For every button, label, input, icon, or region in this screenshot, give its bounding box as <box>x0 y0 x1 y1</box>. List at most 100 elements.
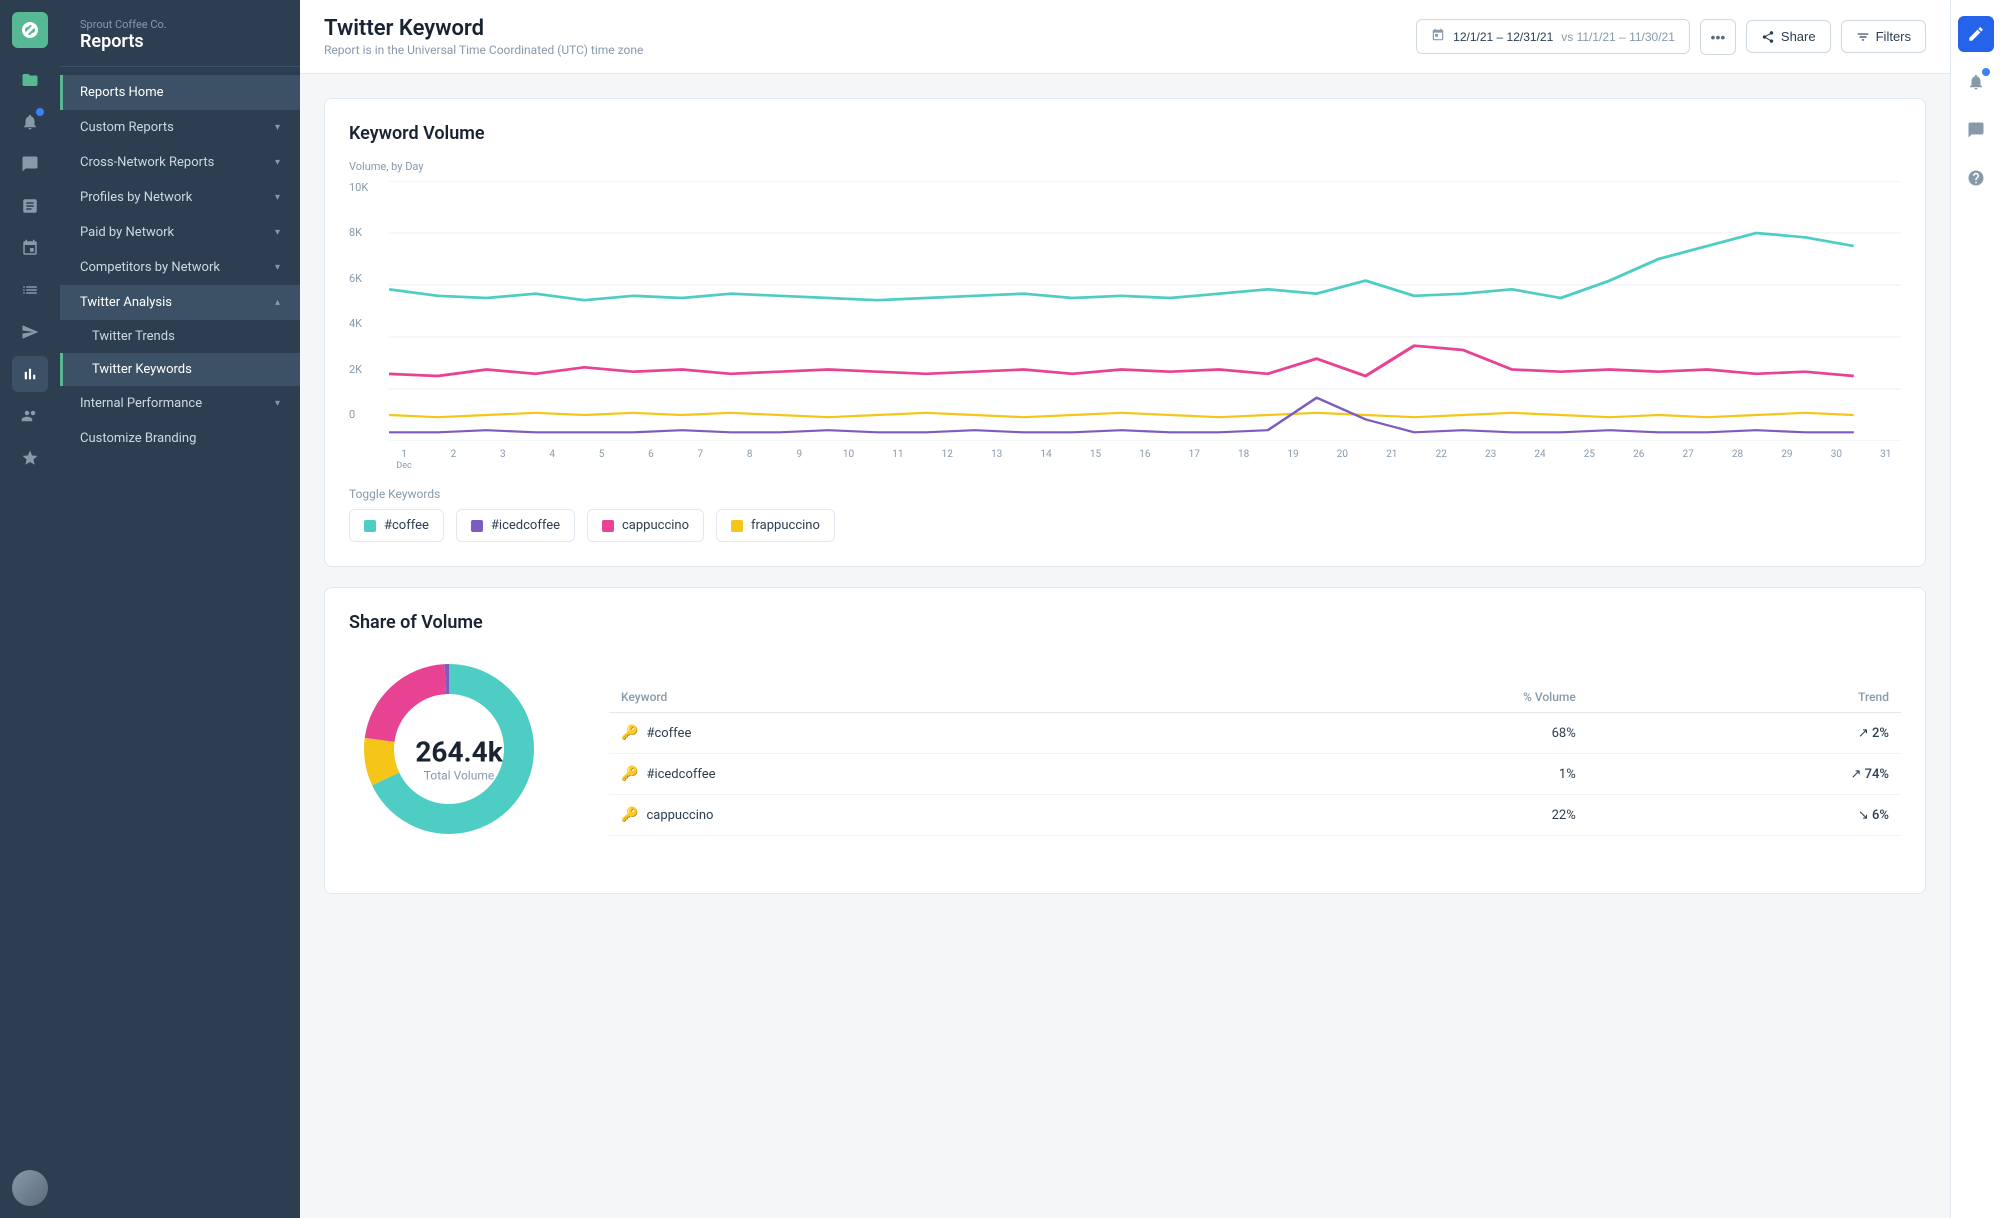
nav-icon-inbox[interactable] <box>12 188 48 224</box>
y-label-10k: 10K <box>349 181 389 194</box>
keyword-label-cappuccino: cappuccino <box>622 518 689 533</box>
keyword-icon-icedcoffee: 🔑 <box>621 766 638 782</box>
share-icon <box>1761 30 1775 44</box>
logo-icon[interactable] <box>12 12 48 48</box>
icon-bar <box>0 0 60 1218</box>
donut-chart: 264.4k Total Volume <box>349 649 569 869</box>
sidebar-item-customize-branding[interactable]: Customize Branding <box>60 421 300 456</box>
chevron-down-icon: ▾ <box>275 122 280 133</box>
sidebar-item-cross-network[interactable]: Cross-Network Reports ▾ <box>60 145 300 180</box>
sidebar-item-label: Custom Reports <box>80 120 174 135</box>
date-range-button[interactable]: 12/1/21 – 12/31/21 vs 11/1/21 – 11/30/21 <box>1416 19 1690 54</box>
keyword-tag-cappuccino[interactable]: cappuccino <box>587 509 704 542</box>
x-label: 21 <box>1377 449 1407 471</box>
more-options-button[interactable]: ••• <box>1700 19 1736 55</box>
x-label: 8 <box>735 449 765 471</box>
sidebar-item-label: Reports Home <box>80 85 164 100</box>
nav-icon-pin[interactable] <box>12 230 48 266</box>
x-label: 5 <box>587 449 617 471</box>
header-right: 12/1/21 – 12/31/21 vs 11/1/21 – 11/30/21… <box>1416 19 1926 55</box>
x-label: 9 <box>784 449 814 471</box>
sidebar-item-profiles-by-network[interactable]: Profiles by Network ▾ <box>60 180 300 215</box>
nav-icon-folder[interactable] <box>12 62 48 98</box>
page-title: Twitter Keyword <box>324 16 643 41</box>
chevron-up-icon: ▴ <box>275 297 280 308</box>
sidebar-item-label: Competitors by Network <box>80 260 220 275</box>
filters-button[interactable]: Filters <box>1841 20 1926 53</box>
x-label: 10 <box>834 449 864 471</box>
sidebar-item-label: Cross-Network Reports <box>80 155 214 170</box>
keyword-volume-card: Keyword Volume Volume, by Day 10K 8K 6K … <box>324 98 1926 567</box>
sidebar-item-label: Customize Branding <box>80 431 196 446</box>
nav-icon-bell[interactable] <box>12 104 48 140</box>
table-row: 🔑 #icedcoffee 1% ↗ 74% <box>609 754 1901 795</box>
main-area: Twitter Keyword Report is in the Univers… <box>300 0 1950 1218</box>
right-panel-help-icon[interactable] <box>1958 160 1994 196</box>
sov-keyword-cell: 🔑 cappuccino <box>609 795 1203 836</box>
bell-badge <box>36 108 44 116</box>
sov-keyword-name: cappuccino <box>646 808 713 823</box>
sov-content: 264.4k Total Volume Keyword % Volume Tre… <box>349 649 1901 869</box>
x-label: 6 <box>636 449 666 471</box>
x-label: 17 <box>1179 449 1209 471</box>
keyword-tag-frappuccino[interactable]: frappuccino <box>716 509 835 542</box>
keyword-label-coffee: #coffee <box>384 518 429 533</box>
nav-icon-star[interactable] <box>12 440 48 476</box>
sov-keyword-cell: 🔑 #icedcoffee <box>609 754 1203 795</box>
keyword-label-frappuccino: frappuccino <box>751 518 820 533</box>
x-label: 29 <box>1772 449 1802 471</box>
user-avatar[interactable] <box>12 1170 48 1206</box>
compare-range-text: vs 11/1/21 – 11/30/21 <box>1561 30 1675 44</box>
x-label: 19 <box>1278 449 1308 471</box>
keyword-tag-coffee[interactable]: #coffee <box>349 509 444 542</box>
x-label: 18 <box>1229 449 1259 471</box>
sidebar-subitem-label: Twitter Keywords <box>92 362 192 377</box>
share-button[interactable]: Share <box>1746 20 1831 53</box>
notification-badge <box>1982 68 1990 76</box>
sidebar-subitem-twitter-keywords[interactable]: Twitter Keywords <box>60 353 300 386</box>
sidebar-item-internal-performance[interactable]: Internal Performance ▾ <box>60 386 300 421</box>
x-label: 23 <box>1476 449 1506 471</box>
right-panel-bell-icon[interactable] <box>1958 64 1994 100</box>
sidebar-item-twitter-analysis[interactable]: Twitter Analysis ▴ <box>60 285 300 320</box>
sidebar-subitem-twitter-trends[interactable]: Twitter Trends <box>60 320 300 353</box>
sov-keyword-name: #icedcoffee <box>646 767 715 782</box>
sov-volume-pct: 68% <box>1203 713 1588 754</box>
sov-table: Keyword % Volume Trend 🔑 #coffee <box>609 682 1901 836</box>
nav-icon-send[interactable] <box>12 314 48 350</box>
y-label-8k: 8K <box>349 226 389 239</box>
keyword-color-coffee <box>364 520 376 532</box>
toggle-keywords-list: #coffee #icedcoffee cappuccino frappucci… <box>349 509 1901 542</box>
right-panel-edit-icon[interactable] <box>1958 16 1994 52</box>
sov-keyword-name: #coffee <box>646 726 691 741</box>
frappuccino-line <box>389 413 1854 417</box>
share-of-volume-card: Share of Volume <box>324 587 1926 894</box>
sidebar-item-custom-reports[interactable]: Custom Reports ▾ <box>60 110 300 145</box>
sidebar-item-reports-home[interactable]: Reports Home <box>60 75 300 110</box>
keyword-tag-icedcoffee[interactable]: #icedcoffee <box>456 509 575 542</box>
x-label: 20 <box>1327 449 1357 471</box>
nav-icon-message[interactable] <box>12 146 48 182</box>
y-label-0: 0 <box>349 408 389 421</box>
donut-total-label: Total Volume <box>415 769 502 783</box>
nav-icon-analytics[interactable] <box>12 356 48 392</box>
nav-icon-list[interactable] <box>12 272 48 308</box>
x-label: 3 <box>488 449 518 471</box>
sidebar-title: Reports <box>80 31 280 52</box>
x-label: 27 <box>1673 449 1703 471</box>
sidebar-item-competitors-by-network[interactable]: Competitors by Network ▾ <box>60 250 300 285</box>
x-label: 12 <box>932 449 962 471</box>
share-of-volume-title: Share of Volume <box>349 612 1901 633</box>
x-label: 4 <box>537 449 567 471</box>
keyword-color-icedcoffee <box>471 520 483 532</box>
line-chart <box>389 181 1901 441</box>
keyword-label-icedcoffee: #icedcoffee <box>491 518 560 533</box>
x-label: 2 <box>438 449 468 471</box>
sidebar-item-label: Internal Performance <box>80 396 202 411</box>
donut-center: 264.4k Total Volume <box>415 736 502 783</box>
right-panel-chat-icon[interactable] <box>1958 112 1994 148</box>
sidebar-nav: Reports Home Custom Reports ▾ Cross-Netw… <box>60 67 300 1218</box>
nav-icon-people[interactable] <box>12 398 48 434</box>
sidebar-item-paid-by-network[interactable]: Paid by Network ▾ <box>60 215 300 250</box>
sidebar-item-label: Twitter Analysis <box>80 295 172 310</box>
